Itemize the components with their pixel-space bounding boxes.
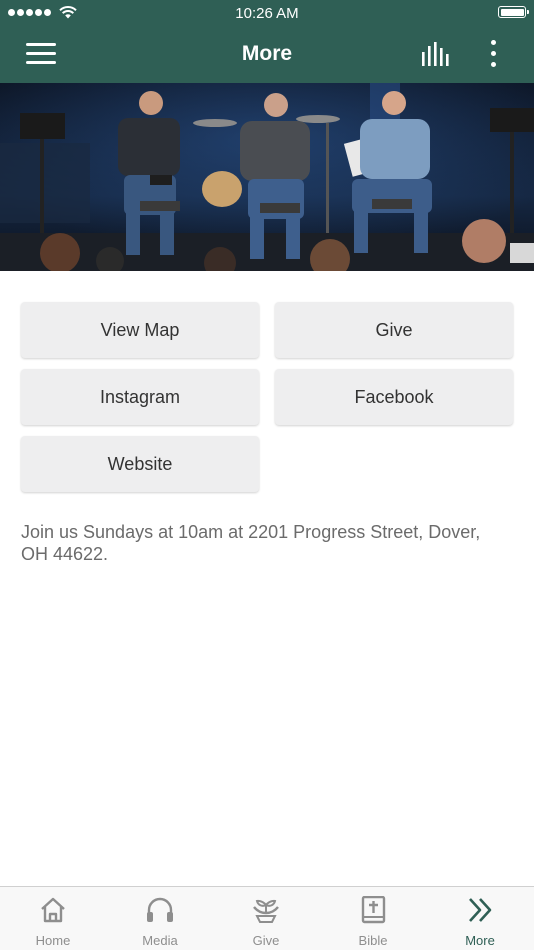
tab-media[interactable]: Media	[107, 887, 213, 950]
tab-more-label: More	[465, 933, 495, 948]
instagram-button[interactable]: Instagram	[21, 369, 259, 425]
audio-bars-icon[interactable]	[420, 42, 452, 68]
status-time: 10:26 AM	[235, 5, 299, 22]
facebook-button[interactable]: Facebook	[275, 369, 513, 425]
tab-give[interactable]: Give	[213, 887, 319, 950]
give-sprout-icon	[253, 899, 279, 923]
vertical-dots-icon[interactable]	[486, 40, 500, 70]
service-info-text: Join us Sundays at 10am at 2201 Progress…	[21, 522, 481, 564]
page-title: More	[241, 42, 293, 65]
chevrons-right-icon	[469, 898, 492, 922]
website-button[interactable]: Website	[21, 436, 259, 492]
headphones-icon	[147, 897, 173, 922]
status-bar: 10:26 AM	[0, 0, 534, 26]
hero-image	[0, 83, 534, 271]
tab-home[interactable]: Home	[0, 887, 106, 950]
bottom-tab-bar: Home Media Give Bible More	[0, 886, 534, 950]
battery-icon	[498, 6, 529, 18]
tab-media-label: Media	[142, 933, 178, 948]
give-button[interactable]: Give	[275, 302, 513, 358]
bible-icon	[361, 896, 386, 924]
tab-home-label: Home	[35, 933, 71, 948]
tab-more[interactable]: More	[427, 887, 533, 950]
tab-give-label: Give	[252, 933, 280, 948]
view-map-button[interactable]: View Map	[21, 302, 259, 358]
home-icon	[41, 897, 65, 923]
top-nav-bar: More	[0, 26, 534, 83]
tab-bible-label: Bible	[358, 933, 388, 948]
tab-bible[interactable]: Bible	[320, 887, 426, 950]
